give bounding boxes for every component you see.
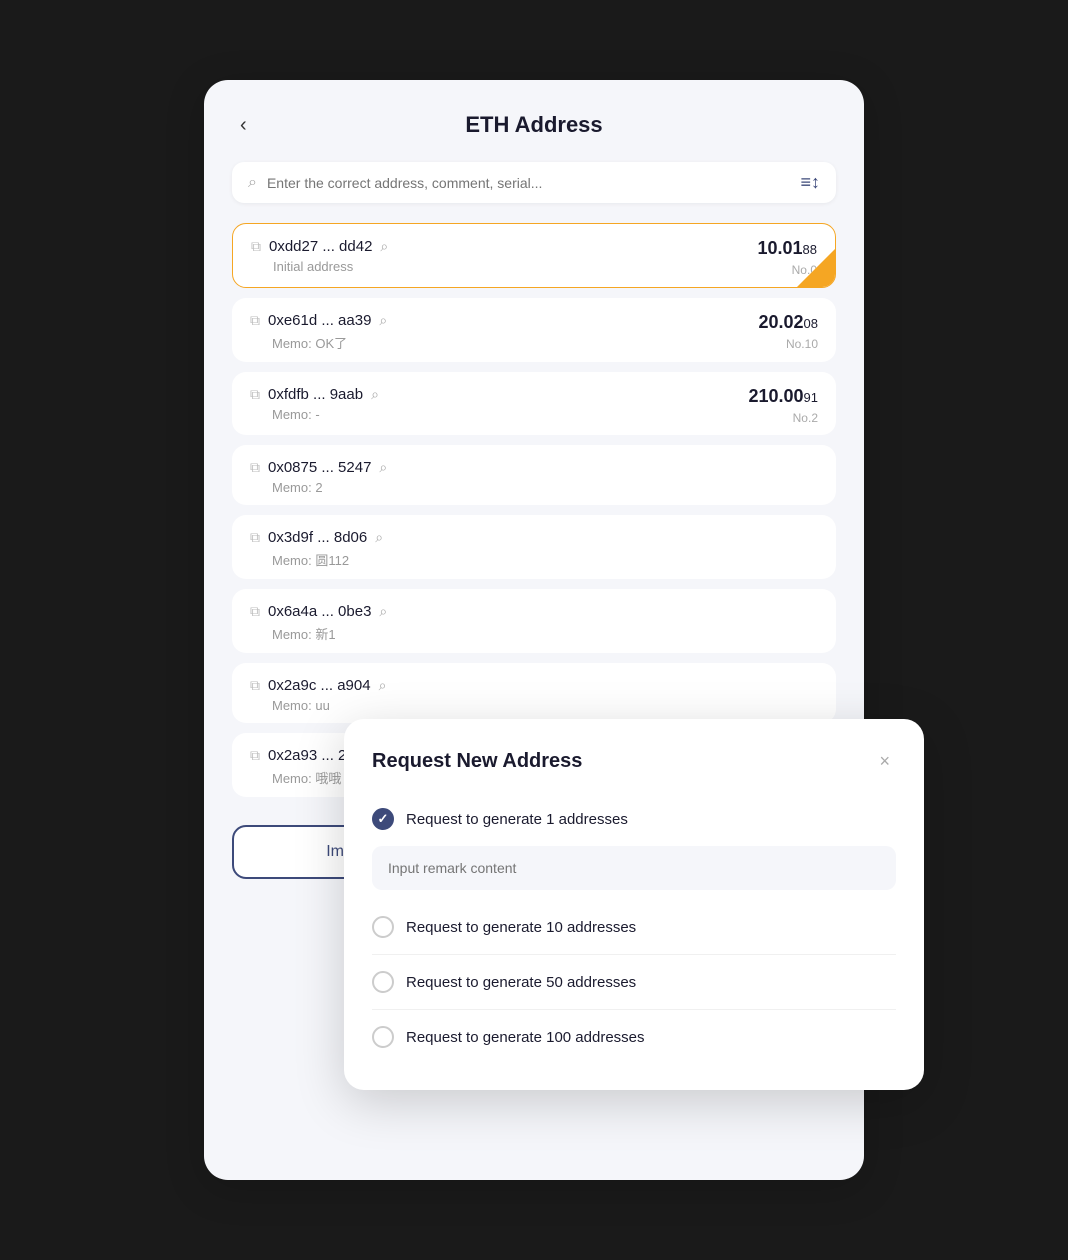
search-icon: ⌕ <box>248 174 257 192</box>
address-left: ⧉ 0x2a9c ... a904 ⌕ Memo: uu <box>250 677 386 713</box>
radio-label: Request to generate 100 addresses <box>406 1029 645 1046</box>
address-search-icon[interactable]: ⌕ <box>375 529 383 546</box>
address-item[interactable]: ⧉ 0x3d9f ... 8d06 ⌕ Memo: 圆112 <box>232 515 836 579</box>
radio-circle <box>372 971 394 993</box>
address-left: ⧉ 0xdd27 ... dd42 ⌕ Initial address <box>251 238 388 274</box>
address-text: 0x2a9c ... a904 <box>268 677 371 694</box>
filter-icon[interactable]: ≡↕ <box>800 172 820 193</box>
radio-option[interactable]: Request to generate 1 addresses <box>372 796 896 842</box>
modal-card: Request New Address × Request to generat… <box>344 719 924 1090</box>
address-item[interactable]: ⧉ 0xe61d ... aa39 ⌕ Memo: OK了 20.0208 No… <box>232 298 836 362</box>
modal-header: Request New Address × <box>372 749 896 774</box>
divider <box>372 954 896 955</box>
memo-text: Memo: 圆112 <box>272 550 383 569</box>
memo-text: Memo: 新1 <box>272 624 387 643</box>
modal-close-button[interactable]: × <box>873 749 896 774</box>
address-search-icon[interactable]: ⌕ <box>379 603 387 620</box>
memo-text: Initial address <box>273 259 388 274</box>
address-left: ⧉ 0x6a4a ... 0be3 ⌕ Memo: 新1 <box>250 603 387 643</box>
radio-option[interactable]: Request to generate 50 addresses <box>372 959 896 1005</box>
main-card: ‹ ETH Address ⌕ ≡↕ ⧉ 0xdd27 ... dd42 ⌕ I… <box>204 80 864 1180</box>
radio-label: Request to generate 50 addresses <box>406 974 636 991</box>
address-left: ⧉ 0x3d9f ... 8d06 ⌕ Memo: 圆112 <box>250 529 383 569</box>
memo-text: Memo: OK了 <box>272 333 387 352</box>
header: ‹ ETH Address <box>232 112 836 138</box>
back-button[interactable]: ‹ <box>232 110 255 141</box>
address-row: ⧉ 0x3d9f ... 8d06 ⌕ <box>250 529 383 546</box>
address-search-icon[interactable]: ⌕ <box>379 312 387 329</box>
address-text: 0x3d9f ... 8d06 <box>268 529 367 546</box>
modal-options: Request to generate 1 addresses Request … <box>372 796 896 1060</box>
address-text: 0xe61d ... aa39 <box>268 312 371 329</box>
copy-icon[interactable]: ⧉ <box>251 238 261 255</box>
address-item[interactable]: ⧉ 0x2a9c ... a904 ⌕ Memo: uu <box>232 663 836 723</box>
address-search-icon[interactable]: ⌕ <box>379 459 387 476</box>
no-label: No.10 <box>786 337 818 351</box>
divider <box>372 1009 896 1010</box>
copy-icon[interactable]: ⧉ <box>250 386 260 403</box>
balance: 20.0208 <box>758 312 818 333</box>
remark-input[interactable] <box>372 846 896 890</box>
address-right: 20.0208 No.10 <box>758 312 818 351</box>
radio-label: Request to generate 1 addresses <box>406 811 628 828</box>
search-input[interactable] <box>267 175 791 191</box>
address-row: ⧉ 0xfdfb ... 9aab ⌕ <box>250 386 379 403</box>
address-row: ⧉ 0xdd27 ... dd42 ⌕ <box>251 238 388 255</box>
modal-title: Request New Address <box>372 750 582 773</box>
radio-circle <box>372 1026 394 1048</box>
balance: 210.0091 <box>748 386 818 407</box>
address-search-icon[interactable]: ⌕ <box>379 677 387 694</box>
copy-icon[interactable]: ⧉ <box>250 459 260 476</box>
address-item[interactable]: ⧉ 0x6a4a ... 0be3 ⌕ Memo: 新1 <box>232 589 836 653</box>
address-row: ⧉ 0x0875 ... 5247 ⌕ <box>250 459 387 476</box>
copy-icon[interactable]: ⧉ <box>250 747 260 764</box>
address-text: 0x0875 ... 5247 <box>268 459 371 476</box>
memo-text: Memo: uu <box>272 698 386 713</box>
memo-text: Memo: 2 <box>272 480 387 495</box>
address-left: ⧉ 0xfdfb ... 9aab ⌕ Memo: - <box>250 386 379 422</box>
copy-icon[interactable]: ⧉ <box>250 603 260 620</box>
address-item[interactable]: ⧉ 0xfdfb ... 9aab ⌕ Memo: - 210.0091 No.… <box>232 372 836 435</box>
search-bar: ⌕ ≡↕ <box>232 162 836 203</box>
radio-circle <box>372 916 394 938</box>
address-text: 0x6a4a ... 0be3 <box>268 603 371 620</box>
radio-circle <box>372 808 394 830</box>
address-search-icon[interactable]: ⌕ <box>380 238 388 255</box>
no-label: No.2 <box>793 411 818 425</box>
address-search-icon[interactable]: ⌕ <box>371 386 379 403</box>
address-left: ⧉ 0x0875 ... 5247 ⌕ Memo: 2 <box>250 459 387 495</box>
address-text: 0xdd27 ... dd42 <box>269 238 372 255</box>
copy-icon[interactable]: ⧉ <box>250 529 260 546</box>
address-row: ⧉ 0x6a4a ... 0be3 ⌕ <box>250 603 387 620</box>
copy-icon[interactable]: ⧉ <box>250 677 260 694</box>
address-item[interactable]: ⧉ 0xdd27 ... dd42 ⌕ Initial address 10.0… <box>232 223 836 288</box>
page-title: ETH Address <box>465 112 602 138</box>
address-row: ⧉ 0xe61d ... aa39 ⌕ <box>250 312 387 329</box>
radio-option[interactable]: Request to generate 10 addresses <box>372 904 896 950</box>
radio-label: Request to generate 10 addresses <box>406 919 636 936</box>
address-list: ⧉ 0xdd27 ... dd42 ⌕ Initial address 10.0… <box>232 223 836 797</box>
active-corner <box>797 249 835 287</box>
address-item[interactable]: ⧉ 0x0875 ... 5247 ⌕ Memo: 2 <box>232 445 836 505</box>
address-row: ⧉ 0x2a9c ... a904 ⌕ <box>250 677 386 694</box>
address-right: 210.0091 No.2 <box>748 386 818 425</box>
memo-text: Memo: - <box>272 407 379 422</box>
address-left: ⧉ 0xe61d ... aa39 ⌕ Memo: OK了 <box>250 312 387 352</box>
radio-option[interactable]: Request to generate 100 addresses <box>372 1014 896 1060</box>
address-text: 0xfdfb ... 9aab <box>268 386 363 403</box>
copy-icon[interactable]: ⧉ <box>250 312 260 329</box>
